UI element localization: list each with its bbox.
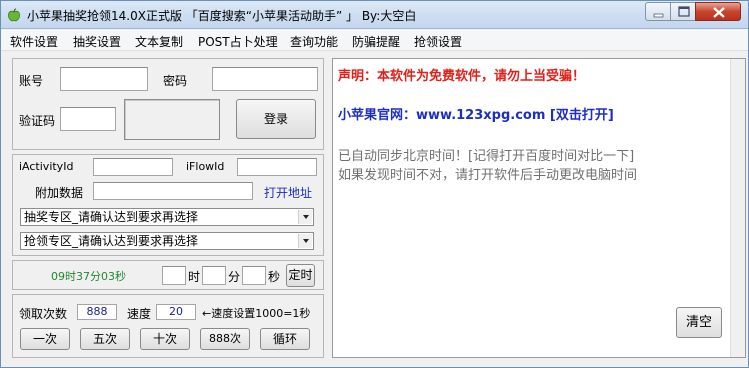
hour-input[interactable] bbox=[162, 266, 186, 285]
params-panel: iActivityId iFlowId 附加数据 打开地址 抽奖专区_请确认达到… bbox=[12, 154, 324, 256]
claim-zone-value: 抢领专区_请确认达到要求再选择 bbox=[24, 234, 199, 248]
close-button[interactable] bbox=[695, 2, 741, 21]
app-window: 小苹果抽奖抢领14.0X正式版 「百度搜索“小苹果活动助手” 」 By:大空白 … bbox=[0, 0, 749, 368]
apple-icon bbox=[8, 8, 20, 22]
menu-text-copy[interactable]: 文本复制 bbox=[135, 33, 183, 50]
website-link[interactable]: 小苹果官网：www.123xpg.com [双击打开] bbox=[338, 104, 614, 123]
password-label: 密码 bbox=[163, 74, 188, 88]
output-scrollbar[interactable] bbox=[730, 59, 745, 357]
run-once-button[interactable]: 一次 bbox=[20, 328, 70, 350]
timer-panel: 09时37分03秒 时 分 秒 定时 bbox=[12, 260, 324, 290]
account-input[interactable] bbox=[60, 67, 148, 91]
menu-bar: 软件设置 抽奖设置 文本复制 POST占卜处理 查询功能 防骗提醒 抢领设置 bbox=[1, 30, 748, 51]
run-ten-button[interactable]: 十次 bbox=[140, 328, 190, 350]
captcha-input[interactable] bbox=[60, 107, 116, 131]
current-time: 09时37分03秒 bbox=[51, 270, 126, 283]
run-panel: 领取次数 888 速度 20 ←速度设置1000=1秒 一次 五次 十次 888… bbox=[12, 294, 324, 358]
account-label: 账号 bbox=[19, 74, 44, 88]
menu-software-settings[interactable]: 软件设置 bbox=[10, 33, 58, 50]
minute-input[interactable] bbox=[202, 266, 226, 285]
activity-id-input[interactable] bbox=[93, 158, 173, 176]
menu-post-processing[interactable]: POST占卜处理 bbox=[198, 33, 278, 50]
menu-fraud-warning[interactable]: 防骗提醒 bbox=[352, 33, 400, 50]
title-bar[interactable]: 小苹果抽奖抢领14.0X正式版 「百度搜索“小苹果活动助手” 」 By:大空白 bbox=[1, 1, 748, 29]
speed-label: 速度 bbox=[127, 307, 152, 321]
captcha-image[interactable] bbox=[124, 99, 220, 140]
menu-claim-settings[interactable]: 抢领设置 bbox=[414, 33, 462, 50]
lottery-zone-select[interactable]: 抽奖专区_请确认达到要求再选择 bbox=[20, 208, 314, 226]
minute-unit: 分 bbox=[228, 270, 241, 284]
timer-button[interactable]: 定时 bbox=[286, 264, 315, 287]
extra-data-input[interactable] bbox=[93, 182, 253, 200]
time-hint-line: 如果发现时间不对，请打开软件后手动更改电脑时间 bbox=[338, 168, 638, 183]
password-input[interactable] bbox=[212, 67, 318, 91]
run-five-button[interactable]: 五次 bbox=[80, 328, 130, 350]
count-input[interactable]: 888 bbox=[77, 304, 117, 320]
activity-id-label: iActivityId bbox=[19, 160, 74, 173]
menu-lottery-settings[interactable]: 抽奖设置 bbox=[73, 33, 121, 50]
speed-hint: ←速度设置1000=1秒 bbox=[202, 307, 311, 320]
chevron-down-icon bbox=[298, 210, 312, 224]
login-panel: 账号 密码 验证码 登录 bbox=[12, 58, 324, 150]
close-icon bbox=[713, 7, 725, 18]
menu-query[interactable]: 查询功能 bbox=[290, 33, 338, 50]
maximize-button[interactable] bbox=[670, 2, 696, 21]
flow-id-label: iFlowId bbox=[186, 160, 225, 173]
chevron-down-icon bbox=[298, 234, 312, 248]
maximize-icon bbox=[678, 6, 690, 17]
lottery-zone-value: 抽奖专区_请确认达到要求再选择 bbox=[24, 210, 199, 224]
minimize-icon bbox=[653, 13, 664, 18]
disclaimer-line: 声明：本软件为免费软件，请勿上当受骗！ bbox=[338, 69, 586, 84]
time-sync-line: 已自动同步北京时间！[记得打开百度时间对比一下] bbox=[338, 149, 635, 164]
open-url-link[interactable]: 打开地址 bbox=[264, 184, 312, 201]
second-unit: 秒 bbox=[268, 270, 281, 284]
window-title: 小苹果抽奖抢领14.0X正式版 「百度搜索“小苹果活动助手” 」 By:大空白 bbox=[27, 9, 417, 23]
hour-unit: 时 bbox=[188, 270, 201, 284]
run-888-button[interactable]: 888次 bbox=[200, 328, 250, 350]
claim-zone-select[interactable]: 抢领专区_请确认达到要求再选择 bbox=[20, 232, 314, 250]
loop-button[interactable]: 循环 bbox=[260, 328, 310, 350]
speed-input[interactable]: 20 bbox=[156, 304, 196, 320]
extra-data-label: 附加数据 bbox=[35, 186, 84, 200]
captcha-label: 验证码 bbox=[19, 114, 56, 128]
second-input[interactable] bbox=[242, 266, 266, 285]
clear-button[interactable]: 清空 bbox=[676, 307, 722, 338]
flow-id-input[interactable] bbox=[237, 158, 317, 176]
count-label: 领取次数 bbox=[19, 307, 68, 321]
minimize-button[interactable] bbox=[645, 2, 671, 21]
login-button[interactable]: 登录 bbox=[236, 99, 316, 139]
